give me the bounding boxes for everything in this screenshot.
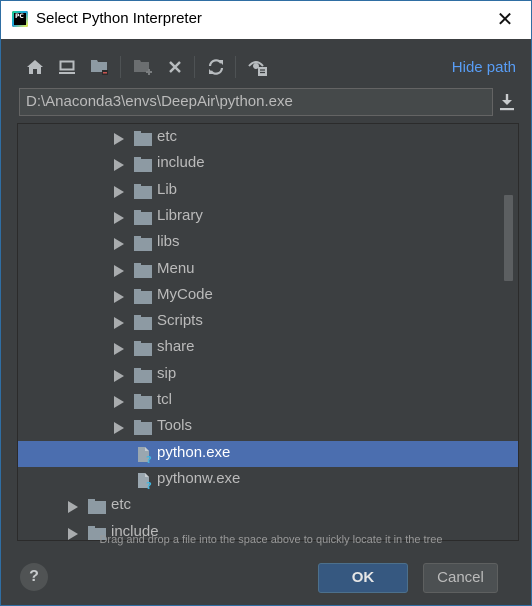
help-button[interactable]: ? <box>20 563 48 591</box>
home-button[interactable] <box>23 55 47 79</box>
expand-arrow-icon[interactable] <box>114 422 124 435</box>
drag-drop-hint: Drag and drop a file into the space abov… <box>99 534 443 546</box>
folder-icon <box>134 341 152 357</box>
expand-arrow-icon[interactable] <box>114 369 124 382</box>
tree-item[interactable]: include <box>18 151 518 177</box>
title-bar: PC Select Python Interpreter ✕ <box>1 1 531 39</box>
toolbar <box>19 53 289 81</box>
tree-item-label: etc <box>111 496 132 514</box>
toolbar-separator <box>194 56 195 78</box>
delete-button[interactable] <box>163 55 187 79</box>
download-icon <box>500 94 514 111</box>
folder-icon <box>134 131 152 146</box>
tree-item-label: Scripts <box>157 312 203 330</box>
unknown-file-icon: ? <box>136 446 154 466</box>
show-hidden-button[interactable] <box>246 55 270 79</box>
show-hidden-icon <box>248 61 267 76</box>
tree-item[interactable]: Tools <box>18 414 518 440</box>
new-folder-icon <box>134 60 152 75</box>
expand-arrow-icon[interactable] <box>114 264 124 277</box>
tree-item[interactable]: etc <box>18 493 518 519</box>
tree-item[interactable]: Lib <box>18 178 518 204</box>
new-folder-button[interactable] <box>131 55 155 79</box>
pycharm-icon: PC <box>12 11 28 27</box>
tree-item[interactable]: Scripts <box>18 309 518 335</box>
tree-item-label: tcl <box>157 391 172 408</box>
tree-item-label: etc <box>157 128 178 145</box>
tree-item-label: libs <box>157 233 180 251</box>
tree-item[interactable]: ? pythonw.exe <box>18 467 518 493</box>
tree-item-label: share <box>157 338 195 356</box>
unknown-file-icon: ? <box>136 472 154 492</box>
tree-item[interactable]: sip <box>18 362 518 388</box>
toolbar-separator <box>235 56 236 78</box>
expand-arrow-icon[interactable] <box>114 159 124 172</box>
folder-icon <box>134 315 152 331</box>
tree-item-label: python.exe <box>157 443 231 461</box>
expand-arrow-icon[interactable] <box>68 501 78 514</box>
desktop-button[interactable] <box>55 55 79 79</box>
tree-item[interactable]: tcl <box>18 388 518 414</box>
expand-arrow-icon[interactable] <box>114 317 124 330</box>
hide-path-link[interactable]: Hide path <box>452 59 516 76</box>
folder-icon <box>134 367 152 383</box>
expand-arrow-icon[interactable] <box>114 396 124 408</box>
folder-icon <box>88 499 106 515</box>
tree-item[interactable]: Library <box>18 204 518 230</box>
expand-arrow-icon[interactable] <box>114 238 124 251</box>
select-interpreter-dialog: PC Select Python Interpreter ✕ Hide path… <box>0 0 532 606</box>
tree-item-label: include <box>157 154 205 172</box>
svg-text:?: ? <box>146 481 152 490</box>
desktop-icon <box>59 60 75 74</box>
tree-scrollbar-thumb[interactable] <box>504 195 513 281</box>
close-icon: ✕ <box>496 7 514 31</box>
project-button[interactable] <box>88 55 112 79</box>
tree-item-label: Lib <box>157 180 178 198</box>
close-button[interactable]: ✕ <box>493 7 517 31</box>
tree-item-label: MyCode <box>157 285 213 303</box>
folder-icon <box>134 236 152 252</box>
folder-icon <box>134 262 152 278</box>
refresh-icon <box>208 59 224 75</box>
toolbar-separator <box>120 56 121 78</box>
folder-icon <box>134 420 152 436</box>
tree-item[interactable]: libs <box>18 230 518 256</box>
refresh-path-button[interactable] <box>498 92 518 114</box>
tree-item-label: sip <box>157 364 177 382</box>
tree-item[interactable]: etc <box>18 125 518 151</box>
ok-button[interactable]: OK <box>318 563 408 593</box>
tree-item-label: pythonw.exe <box>157 469 241 487</box>
expand-arrow-icon[interactable] <box>114 290 124 303</box>
expand-arrow-icon[interactable] <box>114 133 124 145</box>
refresh-button[interactable] <box>204 55 228 79</box>
tree-item-label: Menu <box>157 259 195 277</box>
delete-icon <box>169 61 181 73</box>
folder-icon <box>134 394 152 409</box>
home-icon <box>27 60 43 74</box>
tree-item-label: Library <box>157 206 203 224</box>
path-input[interactable]: D:\Anaconda3\envs\DeepAir\python.exe <box>19 88 493 116</box>
tree-item[interactable]: MyCode <box>18 283 518 309</box>
expand-arrow-icon[interactable] <box>114 343 124 356</box>
folder-icon <box>134 157 152 173</box>
expand-arrow-icon[interactable] <box>114 185 124 198</box>
expand-arrow-icon[interactable] <box>114 211 124 224</box>
tree-item[interactable]: ? python.exe <box>18 440 518 467</box>
folder-icon <box>134 209 152 225</box>
folder-icon <box>134 183 152 199</box>
cancel-button[interactable]: Cancel <box>423 563 498 593</box>
svg-text:?: ? <box>146 455 152 464</box>
folder-icon <box>134 288 152 304</box>
project-folder-icon <box>91 60 108 75</box>
tree-item-label: Tools <box>157 417 193 435</box>
tree-scrollbar-track[interactable] <box>500 123 514 541</box>
file-tree[interactable]: etc include Lib Library libs Menu MyCode Script… <box>17 123 519 541</box>
tree-item[interactable]: share <box>18 335 518 361</box>
tree-item[interactable]: Menu <box>18 257 518 283</box>
dialog-title: Select Python Interpreter <box>36 10 202 27</box>
